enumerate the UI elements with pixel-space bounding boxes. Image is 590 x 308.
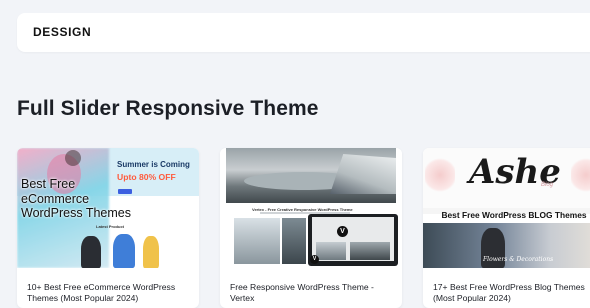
photo-caption: Flowers & Decorations [483,256,554,263]
vertex-mobile-icon: V [310,255,319,264]
site-logo[interactable]: DESSIGN [33,25,91,39]
top-bar: DESSIGN [17,13,590,52]
latest-product-label: Latest Product [96,224,125,229]
vertex-logo-icon: V [337,226,348,237]
floral-decoration [571,156,590,194]
section-title: Full Slider Responsive Theme [17,97,319,120]
ashe-blog-label: Blog [541,182,554,188]
card-thumbnail[interactable]: Summer is Coming Upto 80% OFF Latest Pro… [17,148,199,268]
floral-decoration [425,156,455,194]
theme-card[interactable]: Ashe Blog Best Free WordPress BLOG Theme… [423,148,590,308]
card-thumbnail[interactable]: Ashe Blog Best Free WordPress BLOG Theme… [423,148,590,268]
theme-card[interactable]: Summer is Coming Upto 80% OFF Latest Pro… [17,148,199,308]
promo-line-1: Summer is Coming [117,160,190,169]
theme-card[interactable]: Vertex - Free Creative Responsive WordPr… [220,148,402,308]
card-thumbnail[interactable]: Vertex - Free Creative Responsive WordPr… [220,148,402,268]
thumbnail-headline: Best Free WordPress BLOG Themes [441,210,587,220]
thumbnail-overlay-text: Best Free eCommerce WordPress Themes [21,177,131,220]
